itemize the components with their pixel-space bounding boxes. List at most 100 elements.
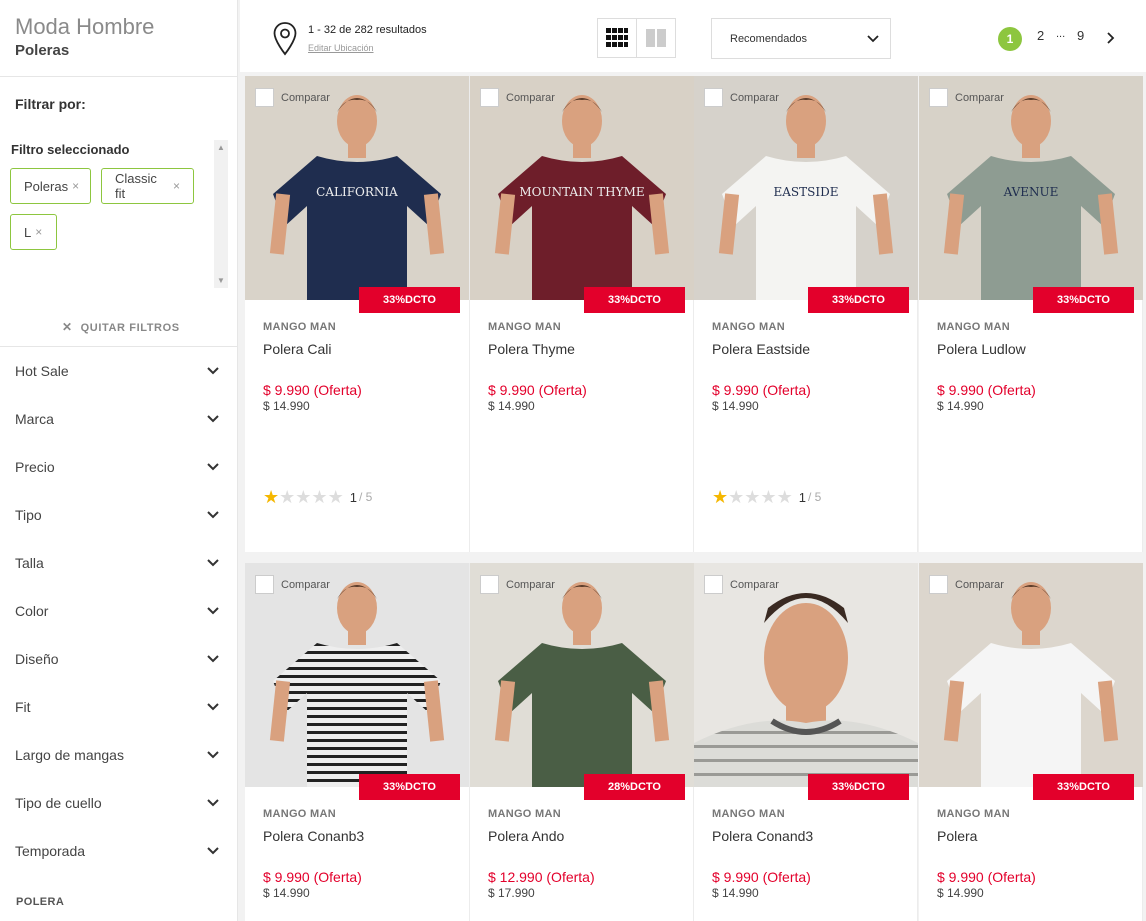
edit-location-link[interactable]: Editar Ubicación	[308, 43, 374, 53]
compare-toggle[interactable]: Comparar	[704, 88, 779, 107]
product-brand: MANGO MAN	[263, 321, 336, 333]
facet-8[interactable]: Largo de mangas	[0, 731, 238, 779]
clear-filters-button[interactable]: ✕ QUITAR FILTROS	[62, 320, 180, 334]
product-image[interactable]	[470, 563, 694, 787]
sort-select[interactable]: Recomendados	[711, 18, 891, 59]
compare-toggle[interactable]: Comparar	[704, 575, 779, 594]
normal-price: $ 14.990	[263, 399, 310, 413]
results-count: 1 - 32 de 282 resultados	[308, 24, 427, 36]
facet-10[interactable]: Temporada	[0, 827, 238, 875]
product-image[interactable]: EASTSIDE	[694, 76, 918, 300]
product-card[interactable]: Comparar 28%DCTO MANGO MAN Polera Ando $ 12.…	[470, 563, 694, 921]
product-card[interactable]: MOUNTAIN THYME Comparar 33%DCTO MANGO MAN Po…	[470, 76, 694, 552]
compare-checkbox[interactable]	[929, 575, 948, 594]
discount-badge: 28%DCTO	[584, 774, 685, 800]
compare-checkbox[interactable]	[255, 88, 274, 107]
page-1-button[interactable]: 1	[998, 27, 1022, 51]
facet-label: Largo de mangas	[15, 747, 124, 763]
facet-4[interactable]: Talla	[0, 539, 238, 587]
chevron-down-icon	[867, 34, 879, 42]
scroll-down-icon[interactable]: ▼	[217, 276, 225, 285]
facet-5[interactable]: Color	[0, 587, 238, 635]
svg-text:CALIFORNIA: CALIFORNIA	[316, 185, 398, 199]
product-image[interactable]: AVENUE	[919, 76, 1143, 300]
filter-chip-classic-fit[interactable]: Classic fit ×	[101, 168, 194, 204]
facet-1[interactable]: Marca	[0, 395, 238, 443]
discount-badge: 33%DCTO	[1033, 287, 1134, 313]
product-photo[interactable]: MOUNTAIN THYME	[470, 76, 694, 300]
product-name[interactable]: Polera Eastside	[712, 341, 810, 357]
filter-chip-poleras[interactable]: Poleras ×	[10, 168, 91, 204]
compare-checkbox[interactable]	[929, 88, 948, 107]
compare-checkbox[interactable]	[480, 88, 499, 107]
scroll-up-icon[interactable]: ▲	[217, 143, 225, 152]
discount-badge: 33%DCTO	[584, 287, 685, 313]
svg-text:MOUNTAIN THYME: MOUNTAIN THYME	[519, 185, 644, 199]
product-name[interactable]: Polera Cali	[263, 341, 331, 357]
product-brand: MANGO MAN	[937, 321, 1010, 333]
product-card[interactable]: Comparar 33%DCTO MANGO MAN Polera Conand3 $ …	[694, 563, 918, 921]
product-name[interactable]: Polera Conand3	[712, 828, 813, 844]
location-pin-icon[interactable]	[272, 21, 298, 57]
product-name[interactable]: Polera	[937, 828, 977, 844]
remove-icon[interactable]: ×	[173, 179, 180, 193]
product-photo[interactable]	[470, 563, 694, 787]
product-photo[interactable]	[694, 563, 918, 787]
product-brand: MANGO MAN	[712, 321, 785, 333]
facet-3[interactable]: Tipo	[0, 491, 238, 539]
compare-checkbox[interactable]	[255, 575, 274, 594]
product-photo[interactable]: CALIFORNIA	[245, 76, 469, 300]
compare-toggle[interactable]: Comparar	[480, 88, 555, 107]
compare-toggle[interactable]: Comparar	[480, 575, 555, 594]
remove-icon[interactable]: ×	[72, 179, 79, 193]
grid-icon	[606, 28, 628, 47]
page-9-button[interactable]: 9	[1077, 28, 1084, 43]
facet-label: Talla	[15, 555, 44, 571]
compare-checkbox[interactable]	[704, 88, 723, 107]
compare-toggle[interactable]: Comparar	[929, 88, 1004, 107]
product-brand: MANGO MAN	[712, 808, 785, 820]
product-image[interactable]: CALIFORNIA	[245, 76, 469, 300]
product-photo[interactable]: AVENUE	[919, 76, 1143, 300]
product-name[interactable]: Polera Conanb3	[263, 828, 364, 844]
product-name[interactable]: Polera Thyme	[488, 341, 575, 357]
product-photo[interactable]	[919, 563, 1143, 787]
large-view-button[interactable]	[636, 18, 676, 58]
product-image[interactable]	[694, 563, 918, 787]
product-name[interactable]: Polera Ludlow	[937, 341, 1026, 357]
compare-toggle[interactable]: Comparar	[255, 575, 330, 594]
facet-label: Marca	[15, 411, 54, 427]
page-2-button[interactable]: 2	[1037, 28, 1044, 43]
product-photo[interactable]	[245, 563, 469, 787]
product-name[interactable]: Polera Ando	[488, 828, 564, 844]
remove-icon[interactable]: ×	[35, 225, 42, 239]
product-card[interactable]: Comparar 33%DCTO MANGO MAN Polera Conanb3 $ …	[245, 563, 470, 921]
normal-price: $ 14.990	[712, 886, 759, 900]
normal-price: $ 14.990	[488, 399, 535, 413]
product-photo[interactable]: EASTSIDE	[694, 76, 918, 300]
facet-9[interactable]: Tipo de cuello	[0, 779, 238, 827]
filter-chip-l[interactable]: L ×	[10, 214, 57, 250]
facet-7[interactable]: Fit	[0, 683, 238, 731]
normal-price: $ 14.990	[937, 886, 984, 900]
compare-toggle[interactable]: Comparar	[255, 88, 330, 107]
product-image[interactable]	[245, 563, 469, 787]
product-card[interactable]: CALIFORNIA Comparar 33%DCTO MANGO MAN Polera…	[245, 76, 470, 552]
compare-toggle[interactable]: Comparar	[929, 575, 1004, 594]
facet-0[interactable]: Hot Sale	[0, 347, 238, 395]
product-card[interactable]: AVENUE Comparar 33%DCTO MANGO MAN Polera Lud…	[919, 76, 1143, 552]
compare-checkbox[interactable]	[704, 575, 723, 594]
chevron-right-icon[interactable]	[1105, 31, 1115, 45]
compare-checkbox[interactable]	[480, 575, 499, 594]
product-card[interactable]: EASTSIDE Comparar 33%DCTO MANGO MAN Polera E…	[694, 76, 918, 552]
product-card[interactable]: Comparar 33%DCTO MANGO MAN Polera $ 9.990 (O…	[919, 563, 1143, 921]
facet-2[interactable]: Precio	[0, 443, 238, 491]
offer-price: $ 9.990 (Oferta)	[712, 382, 811, 398]
facet-6[interactable]: Diseño	[0, 635, 238, 683]
product-image[interactable]	[919, 563, 1143, 787]
star-icon: ★	[744, 487, 761, 507]
grid-view-button[interactable]	[597, 18, 637, 58]
product-image[interactable]: MOUNTAIN THYME	[470, 76, 694, 300]
selected-filters-scrollbar[interactable]: ▲ ▼	[214, 140, 228, 288]
breadcrumb-parent[interactable]: Moda Hombre	[15, 14, 154, 40]
